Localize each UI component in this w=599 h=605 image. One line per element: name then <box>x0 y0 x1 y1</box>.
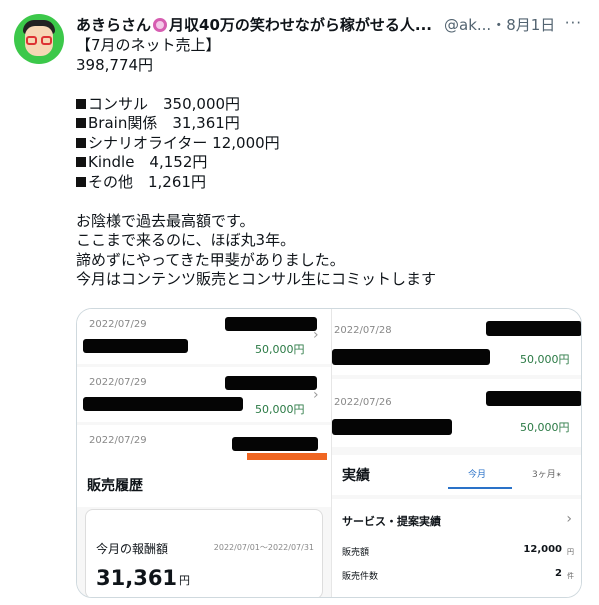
redaction <box>225 376 317 390</box>
redaction <box>332 349 490 365</box>
earnings-label: 今月の報酬額 <box>96 542 169 556</box>
stat-unit: 円 <box>567 548 574 556</box>
active-tab-indicator <box>448 487 512 489</box>
earnings-unit: 円 <box>179 574 190 587</box>
black-square-icon <box>76 118 86 128</box>
orange-accent-bar <box>247 453 327 460</box>
sale-amount: 50,000円 <box>255 343 305 356</box>
stat-label: 販売件数 <box>342 572 379 582</box>
sales-row: 2022/07/28 50,000円 <box>332 309 581 375</box>
tweet-text: 【7月のネット売上】 398,774円 コンサル 350,000円 Brain関… <box>76 36 581 290</box>
redaction <box>225 317 317 331</box>
text-line: 今月はコンテンツ販売とコンサル生にコミットします <box>76 270 437 288</box>
redaction <box>486 391 581 406</box>
text-line: 398,774円 <box>76 55 154 74</box>
redaction <box>486 321 581 336</box>
text-line: ここまで来るのに、ほぼ丸3年。 <box>76 231 296 249</box>
sale-amount: 50,000円 <box>255 403 305 416</box>
black-square-icon <box>76 176 86 187</box>
redaction <box>83 397 243 411</box>
sale-date: 2022/07/29 <box>89 377 147 388</box>
handle-and-date[interactable]: @ak...・8月1日 <box>444 14 555 35</box>
spiral-emoji-icon <box>153 18 168 32</box>
text-line: お陰様で過去最高額です。 <box>76 211 255 230</box>
text-line: Kindle 4,152円 <box>76 153 581 173</box>
stat-label: 販売額 <box>342 548 370 558</box>
redaction <box>332 419 452 435</box>
chevron-right-icon: › <box>566 511 572 527</box>
earnings-range: 2022/07/01〜2022/07/31 <box>213 543 314 552</box>
period-tabs: 今月 3ヶ月✶ <box>442 457 581 491</box>
black-square-icon <box>76 98 86 109</box>
results-title: 実績 <box>342 468 370 484</box>
service-results[interactable]: サービス・提案実績 › 販売額 12,000 円 販売件数 2 件 <box>332 499 581 597</box>
service-results-title: サービス・提案実績 <box>342 515 441 528</box>
stat-unit: 件 <box>567 572 574 580</box>
stat-value: 2 <box>555 568 562 579</box>
tweet-header: あきらさん 月収40万の笑わせながら稼がせる人... @ak...・8月1日 ··… <box>76 12 588 36</box>
sale-amount: 50,000円 <box>520 353 570 366</box>
redaction <box>232 437 318 451</box>
text-line <box>76 192 581 212</box>
avatar[interactable] <box>14 14 64 64</box>
media-image-right[interactable]: 2022/07/28 50,000円 2022/07/26 50,000円 実績… <box>331 309 581 597</box>
media-image-left[interactable]: 2022/07/29 50,000円 › 2022/07/29 50,000円 … <box>77 309 331 597</box>
text-line: シナリオライター 12,000円 <box>76 134 581 154</box>
text-line: 【7月のネット売上】 <box>76 36 221 54</box>
more-options-icon[interactable]: ··· <box>565 14 582 32</box>
tweet-media[interactable]: 2022/07/29 50,000円 › 2022/07/29 50,000円 … <box>76 308 582 598</box>
redaction <box>83 339 188 353</box>
chevron-right-icon: › <box>313 387 319 403</box>
text-line: 諦めずにやってきた甲斐がありました。 <box>76 250 345 269</box>
tweet-date: 8月1日 <box>506 16 556 34</box>
text-line: コンサル 350,000円 <box>76 95 581 115</box>
text-line: その他 1,261円 <box>76 173 581 193</box>
stat-value: 12,000 <box>523 544 562 555</box>
tab-this-month[interactable]: 今月 <box>468 467 486 480</box>
sales-row: 2022/07/29 50,000円 › <box>77 309 331 364</box>
sales-history-title: 販売履歴 <box>87 478 143 494</box>
avatar-glasses <box>26 36 52 45</box>
sale-amount: 50,000円 <box>520 421 570 434</box>
history-header: 販売履歴 <box>77 461 331 507</box>
sale-date: 2022/07/26 <box>334 397 392 408</box>
display-name[interactable]: あきらさん 月収40万の笑わせながら稼がせる人... <box>76 14 436 35</box>
monthly-earnings-card: 今月の報酬額 2022/07/01〜2022/07/31 31,361 円 <box>85 509 323 597</box>
text-line: Brain関係 31,361円 <box>76 114 581 134</box>
sale-date: 2022/07/29 <box>89 435 147 446</box>
sale-date: 2022/07/29 <box>89 319 147 330</box>
tab-three-months[interactable]: 3ヶ月✶ <box>532 467 562 480</box>
sale-date: 2022/07/28 <box>334 325 392 336</box>
sales-row: 2022/07/29 50,000円 › <box>77 367 331 422</box>
text-line <box>76 75 581 95</box>
sales-row: 2022/07/26 50,000円 <box>332 379 581 447</box>
black-square-icon <box>76 137 86 148</box>
black-square-icon <box>76 157 86 167</box>
earnings-value: 31,361 <box>96 566 178 590</box>
chevron-right-icon: › <box>313 327 319 343</box>
